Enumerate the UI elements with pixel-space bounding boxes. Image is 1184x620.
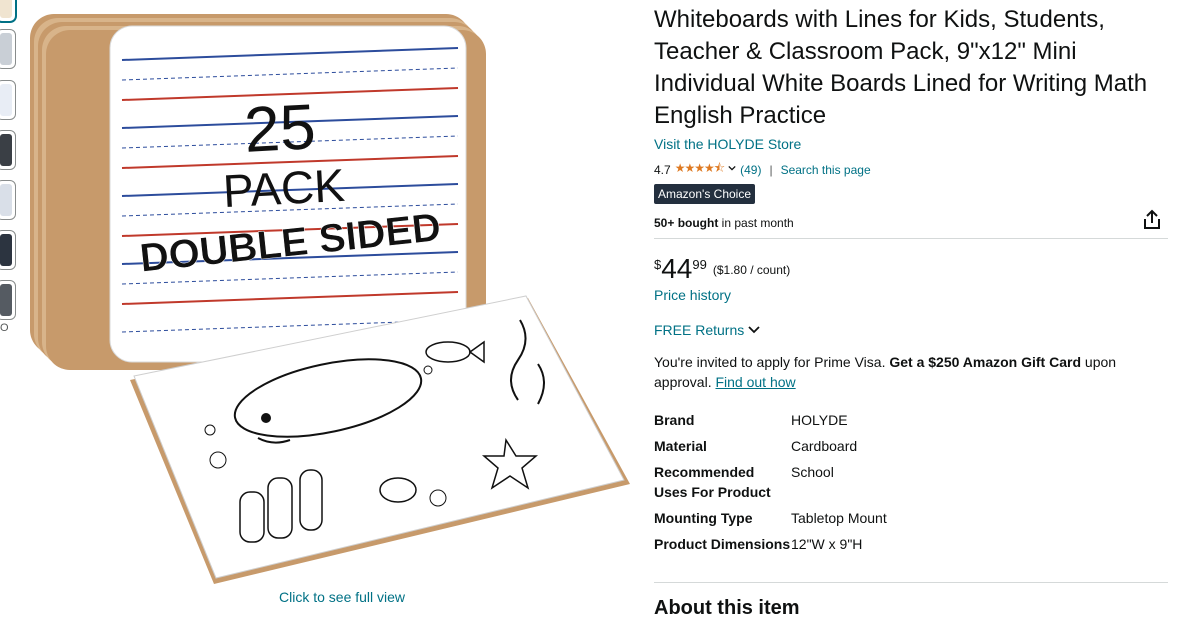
prime-offer-prefix: You're invited to apply for Prime Visa.: [654, 354, 890, 370]
spec-value: Tabletop Mount: [791, 510, 887, 526]
spec-key: Recommended Uses For Product: [654, 464, 771, 500]
spec-value: HOLYDE: [791, 412, 848, 428]
product-title: Whiteboards with Lines for Kids, Student…: [654, 6, 1148, 129]
spec-row: Product Dimensions 12"W x 9"H: [654, 534, 1168, 554]
unit-price: ($1.80 / count): [712, 263, 791, 277]
star-rating-icon[interactable]: ★★★★⯪: [675, 159, 725, 180]
spec-row: Recommended Uses For Product School: [654, 462, 1168, 502]
amazons-choice-badge[interactable]: Amazon's Choice: [654, 184, 755, 204]
price-symbol: $: [654, 257, 662, 272]
spec-key: Product Dimensions: [654, 536, 791, 552]
product-specs: Brand HOLYDE Material Cardboard Recommen…: [654, 410, 1168, 560]
spec-key: Material: [654, 438, 707, 454]
divider: [654, 238, 1168, 239]
rating-value: 4.7: [654, 162, 671, 177]
share-icon[interactable]: [1140, 208, 1164, 232]
prime-visa-offer: You're invited to apply for Prime Visa. …: [654, 352, 1164, 392]
chevron-down-icon[interactable]: [728, 164, 736, 172]
spec-row: Brand HOLYDE: [654, 410, 1168, 430]
spec-value: School: [791, 464, 834, 480]
search-this-page-link[interactable]: Search this page: [781, 163, 871, 177]
spec-value: 12"W x 9"H: [791, 536, 863, 552]
main-product-image[interactable]: 25 PACK DOUBLE SIDED Click to see full v…: [18, 0, 638, 605]
separator: |: [769, 162, 773, 177]
about-heading: About this item: [654, 597, 800, 619]
find-out-how-link[interactable]: Find out how: [715, 374, 795, 390]
thumbnail-2[interactable]: [0, 29, 16, 69]
thumbnail-3[interactable]: [0, 80, 16, 120]
board-text-25: 25: [242, 90, 317, 166]
divider: [654, 582, 1168, 583]
prime-offer-bold: Get a $250 Amazon Gift Card: [889, 354, 1082, 370]
spec-key: Brand: [654, 412, 695, 428]
spec-row: Material Cardboard: [654, 436, 1168, 456]
price-fraction: 99: [692, 257, 707, 272]
board-text-pack: PACK: [222, 159, 347, 217]
store-link[interactable]: Visit the HOLYDE Store: [654, 136, 801, 152]
spec-key: Mounting Type: [654, 510, 753, 526]
free-returns-link[interactable]: FREE Returns: [654, 322, 760, 338]
spec-value: Cardboard: [791, 438, 858, 454]
price-whole: 44: [661, 253, 693, 284]
spec-row: Mounting Type Tabletop Mount: [654, 508, 1168, 528]
thumbnail-7[interactable]: [0, 280, 16, 320]
video-thumbnail-label: O: [0, 322, 9, 334]
thumbnail-1[interactable]: [0, 0, 16, 22]
bought-count-value: 50+ bought: [654, 216, 719, 230]
thumbnail-5[interactable]: [0, 180, 16, 220]
bought-count: 50+ bought in past month: [654, 216, 794, 230]
rating-row: 4.7 ★★★★⯪ (49) | Search this page: [654, 159, 871, 180]
bought-count-suffix: in past month: [718, 216, 794, 230]
review-count-link[interactable]: (49): [740, 163, 761, 177]
chevron-down-icon: [748, 326, 760, 334]
price: $ 44 99 ($1.80 / count): [654, 254, 790, 284]
whiteboard-illustration: 25 PACK DOUBLE SIDED: [30, 14, 630, 584]
full-view-link[interactable]: Click to see full view: [279, 589, 405, 605]
free-returns-label: FREE Returns: [654, 322, 745, 338]
thumbnail-6[interactable]: [0, 230, 16, 270]
price-history-link[interactable]: Price history: [654, 287, 731, 303]
thumbnail-4[interactable]: [0, 130, 16, 170]
